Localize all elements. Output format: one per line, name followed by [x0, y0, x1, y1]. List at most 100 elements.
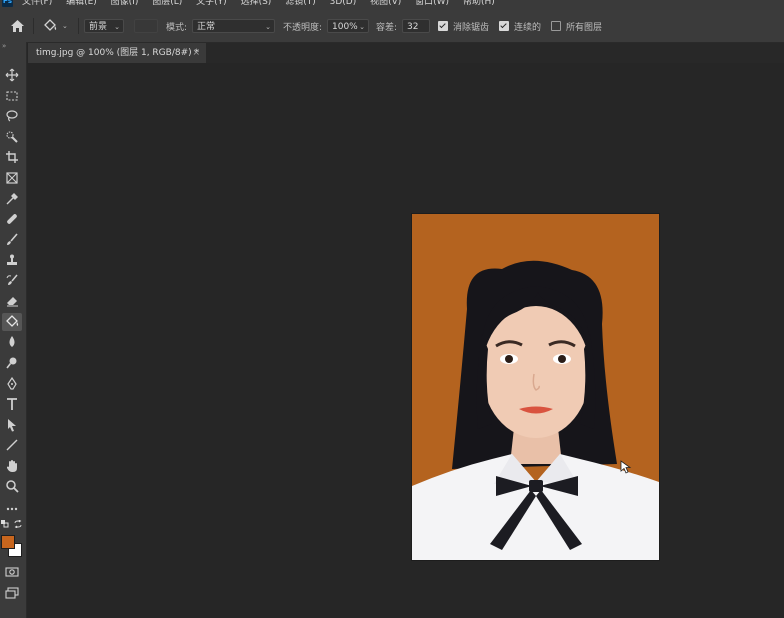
chevron-down-icon: ⌄ [359, 23, 365, 31]
document-tab-title: timg.jpg @ 100% (图层 1, RGB/8#) * [36, 48, 200, 58]
bandage-icon [7, 214, 17, 224]
screen-mode-button[interactable] [2, 584, 22, 602]
stamp-icon [7, 254, 17, 265]
fill-source-select[interactable]: 前景 ⌄ [84, 19, 124, 33]
water-drop-icon [9, 336, 15, 347]
healing-brush-tool[interactable] [2, 210, 22, 228]
eraser-icon [7, 297, 18, 307]
frame-icon [6, 172, 18, 184]
foreground-color-swatch[interactable] [1, 535, 15, 549]
menu-bar: Ps 文件(F) 编辑(E) 图像(I) 图层(L) 文字(Y) 选择(S) 滤… [0, 0, 784, 10]
menu-layer[interactable]: 图层(L) [152, 0, 182, 8]
edit-toolbar-button[interactable] [2, 500, 22, 518]
quick-mask-icon [5, 567, 19, 577]
eyedropper-icon [6, 193, 18, 205]
all-layers-label: 所有图层 [566, 22, 603, 33]
menu-edit[interactable]: 编辑(E) [66, 0, 97, 8]
mode-value: 正常 [197, 22, 216, 32]
quick-selection-icon [6, 131, 18, 143]
marquee-tool[interactable] [2, 87, 22, 105]
document-tab-bar: timg.jpg @ 100% (图层 1, RGB/8#) * × [28, 43, 784, 63]
pen-tool[interactable] [2, 375, 22, 393]
tolerance-label: 容差: [376, 22, 398, 33]
photoshop-logo-icon: Ps [2, 0, 13, 7]
mode-select[interactable]: 正常 ⌄ [192, 19, 275, 33]
anti-alias-label: 消除锯齿 [453, 22, 490, 33]
contiguous-label: 连续的 [514, 22, 542, 33]
menu-file[interactable]: 文件(F) [22, 0, 52, 8]
paint-bucket-icon [6, 315, 19, 327]
anti-alias-check-icon [438, 21, 448, 31]
eraser-tool[interactable] [2, 292, 22, 310]
rectangular-marquee-icon [6, 91, 18, 101]
menu-3d[interactable]: 3D(D) [330, 0, 357, 8]
chevron-down-icon: ⌄ [265, 23, 271, 31]
history-brush-icon [6, 274, 18, 285]
fill-source-value: 前景 [89, 22, 108, 32]
close-icon[interactable]: × [192, 43, 200, 63]
opacity-label: 不透明度: [283, 22, 323, 33]
tolerance-input[interactable]: 32 [402, 19, 430, 33]
dodge-icon [6, 357, 17, 369]
tolerance-value: 32 [407, 22, 419, 32]
collapse-arrows-icon[interactable]: » [2, 42, 6, 50]
anti-alias-checkbox[interactable]: 消除锯齿 [438, 10, 489, 42]
menu-filter[interactable]: 滤镜(T) [285, 0, 316, 8]
clone-stamp-tool[interactable] [2, 251, 22, 269]
dodge-tool[interactable] [2, 354, 22, 372]
opacity-input[interactable]: 100% ⌄ [327, 19, 369, 33]
path-selection-tool[interactable] [2, 416, 22, 434]
frame-tool[interactable] [2, 169, 22, 187]
line-tool[interactable] [2, 436, 22, 454]
menu-items: 文件(F) 编辑(E) 图像(I) 图层(L) 文字(Y) 选择(S) 滤镜(T… [22, 0, 506, 8]
more-icon [6, 507, 18, 511]
eyedropper-tool[interactable] [2, 190, 22, 208]
line-icon [6, 439, 18, 451]
menu-type[interactable]: 文字(Y) [196, 0, 227, 8]
menu-help[interactable]: 帮助(H) [463, 0, 495, 8]
all-layers-checkbox[interactable]: 所有图层 [551, 10, 602, 42]
chevron-down-icon: ⌄ [62, 22, 68, 30]
paint-bucket-icon [44, 19, 57, 31]
swap-colors-icon[interactable] [14, 520, 22, 528]
all-layers-check-icon [551, 21, 561, 31]
menu-window[interactable]: 窗口(W) [415, 0, 449, 8]
move-tool[interactable] [2, 66, 22, 84]
lasso-icon [6, 110, 18, 122]
menu-image[interactable]: 图像(I) [111, 0, 139, 8]
hand-tool[interactable] [2, 457, 22, 475]
portrait-photo [412, 214, 659, 560]
screen-mode-icon [5, 587, 19, 599]
crop-icon [6, 151, 18, 163]
pattern-picker[interactable] [134, 19, 158, 33]
default-colors-icon[interactable] [1, 520, 9, 528]
menu-view[interactable]: 视图(V) [370, 0, 401, 8]
crop-tool[interactable] [2, 148, 22, 166]
history-brush-tool[interactable] [2, 272, 22, 290]
arrow-cursor-icon [8, 419, 16, 432]
pen-icon [7, 377, 17, 390]
mouse-cursor-icon [620, 460, 632, 474]
home-icon [11, 20, 24, 32]
home-button[interactable] [10, 10, 25, 42]
options-bar: ⌄ 前景 ⌄ 模式: 正常 ⌄ 不透明度: 100% ⌄ 容差: 32 消除锯齿… [0, 10, 784, 43]
opacity-value: 100% [332, 22, 358, 32]
menu-select[interactable]: 选择(S) [241, 0, 272, 8]
brush-tool[interactable] [2, 231, 22, 249]
tool-preset-picker[interactable]: ⌄ [42, 10, 68, 42]
contiguous-checkbox[interactable]: 连续的 [499, 10, 541, 42]
quick-selection-tool[interactable] [2, 128, 22, 146]
brush-icon [7, 233, 18, 245]
paint-bucket-tool[interactable] [2, 313, 22, 331]
contiguous-check-icon [499, 21, 509, 31]
quick-mask-button[interactable] [2, 563, 22, 581]
lasso-tool[interactable] [2, 107, 22, 125]
type-tool[interactable] [2, 395, 22, 413]
move-icon [5, 68, 19, 82]
document-canvas-image[interactable] [412, 214, 659, 560]
zoom-tool[interactable] [2, 477, 22, 495]
magnifier-icon [6, 480, 19, 493]
blur-tool[interactable] [2, 333, 22, 351]
document-tab[interactable]: timg.jpg @ 100% (图层 1, RGB/8#) * × [28, 43, 206, 63]
tools-panel: » [0, 42, 27, 618]
